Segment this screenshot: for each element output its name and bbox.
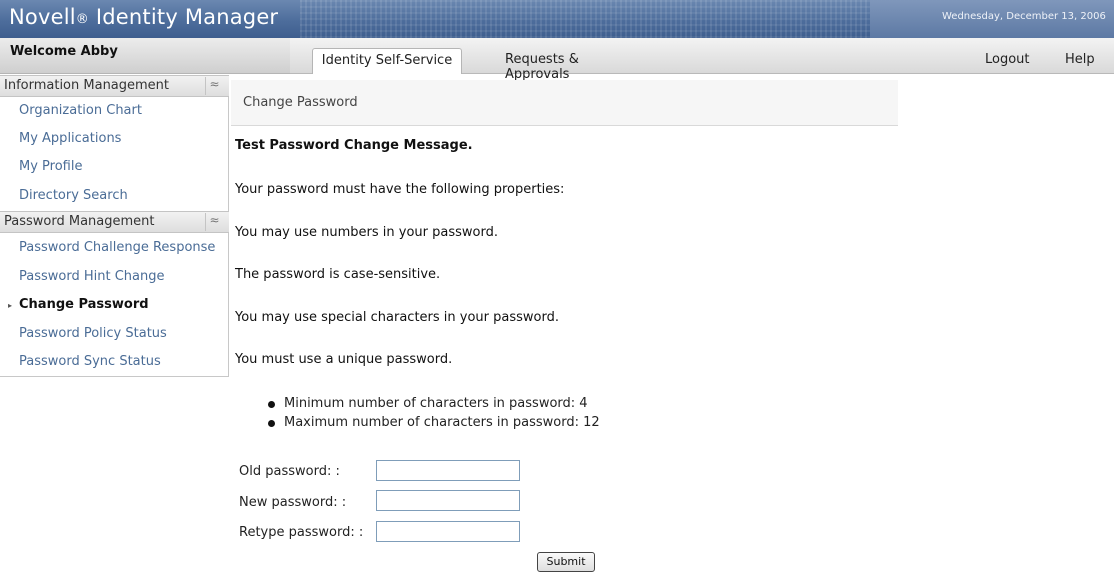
new-password-field[interactable]	[376, 490, 520, 511]
list-item-text: Maximum number of characters in password…	[284, 415, 600, 430]
sidebar-item-change-password[interactable]: Change Password	[19, 297, 149, 312]
app-logo: Novell® Identity Manager	[9, 5, 278, 29]
current-date: Wednesday, December 13, 2006	[942, 11, 1106, 22]
properties-intro: Your password must have the following pr…	[235, 182, 565, 197]
page-title: Change Password	[243, 95, 358, 110]
sidebar: Information Management ≈ Organization Ch…	[0, 75, 229, 377]
tab-identity-self-service[interactable]: Identity Self-Service	[312, 48, 462, 74]
old-password-label: Old password: :	[239, 464, 340, 479]
submit-button[interactable]: Submit	[537, 552, 595, 572]
help-link[interactable]: Help	[1065, 52, 1095, 67]
sidebar-item-password-sync-status[interactable]: Password Sync Status	[19, 354, 161, 369]
sidebar-item-my-applications[interactable]: My Applications	[19, 131, 121, 146]
page-header: Change Password	[231, 80, 898, 126]
section-title: Password Management	[4, 214, 155, 229]
banner-texture	[300, 0, 870, 38]
logout-link[interactable]: Logout	[985, 52, 1030, 67]
retype-password-label: Retype password: :	[239, 525, 364, 540]
bullet-icon	[268, 420, 275, 427]
list-item-text: Minimum number of characters in password…	[284, 396, 588, 411]
welcome-text: Welcome Abby	[10, 44, 118, 59]
sidebar-item-password-hint-change[interactable]: Password Hint Change	[19, 269, 164, 284]
sidebar-item-password-challenge-response[interactable]: Password Challenge Response	[19, 240, 215, 255]
rule-unique: You must use a unique password.	[235, 352, 453, 367]
current-item-arrow-icon: ▸	[8, 301, 13, 310]
registered-mark: ®	[75, 12, 89, 27]
rule-case-sensitive: The password is case-sensitive.	[235, 267, 441, 282]
sidebar-item-password-policy-status[interactable]: Password Policy Status	[19, 326, 167, 341]
retype-password-field[interactable]	[376, 521, 520, 542]
section-header-information-management[interactable]: Information Management ≈	[0, 75, 229, 97]
welcome-area: Welcome Abby	[0, 38, 290, 74]
sidebar-item-organization-chart[interactable]: Organization Chart	[19, 103, 142, 118]
rule-special-characters: You may use special characters in your p…	[235, 310, 559, 325]
sidebar-item-directory-search[interactable]: Directory Search	[19, 188, 128, 203]
collapse-icon[interactable]: ≈	[205, 77, 223, 95]
bullet-icon	[268, 401, 275, 408]
new-password-label: New password: :	[239, 495, 347, 510]
rule-numbers: You may use numbers in your password.	[235, 225, 498, 240]
old-password-field[interactable]	[376, 460, 520, 481]
section-header-password-management[interactable]: Password Management ≈	[0, 211, 229, 233]
header-banner: Novell® Identity Manager Wednesday, Dece…	[0, 0, 1114, 38]
brand-name: Novell	[9, 5, 76, 29]
collapse-icon[interactable]: ≈	[205, 213, 223, 231]
sidebar-item-my-profile[interactable]: My Profile	[19, 159, 82, 174]
tab-requests-approvals[interactable]: Requests & Approvals	[505, 48, 645, 82]
section-title: Information Management	[4, 78, 170, 93]
password-change-message: Test Password Change Message.	[235, 138, 473, 153]
tab-bar: Welcome Abby Identity Self-Service Reque…	[0, 38, 1114, 82]
brand-product: Identity Manager	[88, 5, 279, 29]
